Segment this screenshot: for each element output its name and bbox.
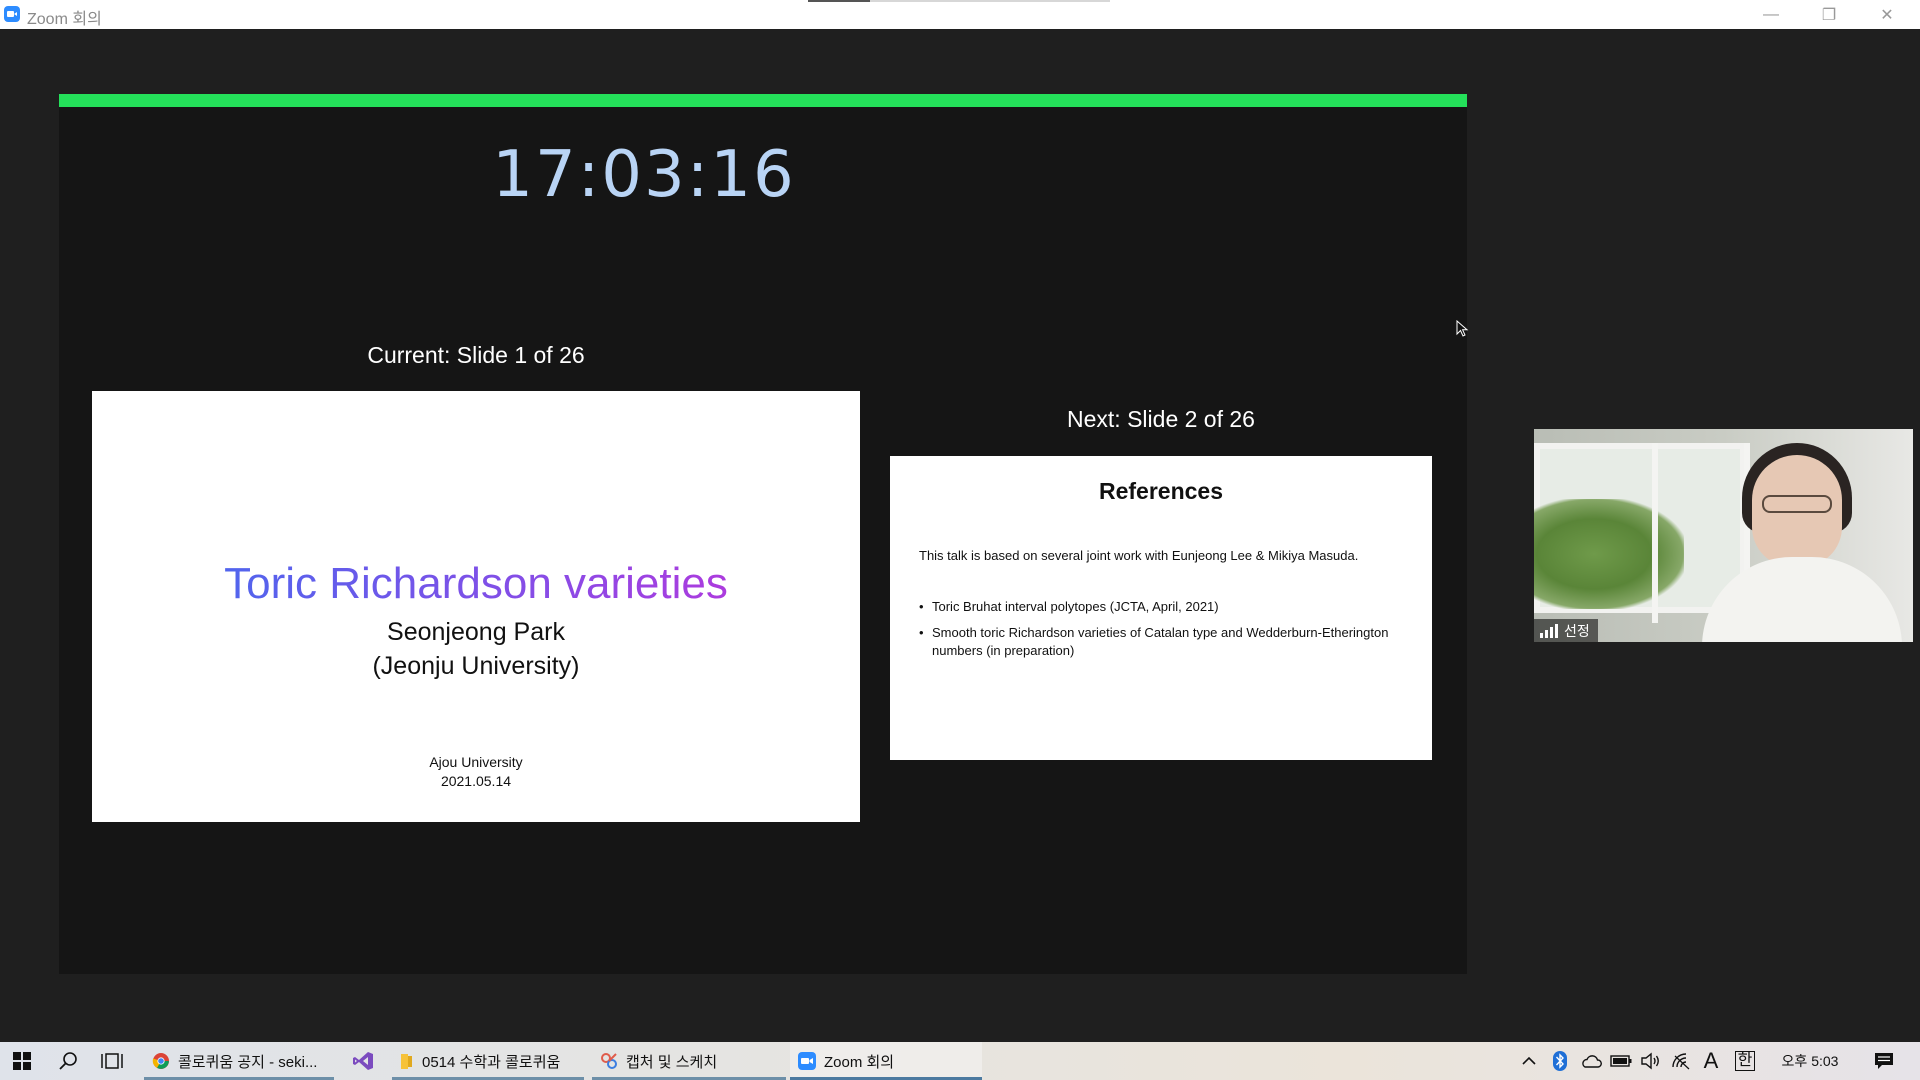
search-button[interactable] bbox=[48, 1042, 88, 1080]
bluetooth-tray[interactable] bbox=[1546, 1042, 1574, 1080]
search-icon bbox=[59, 1052, 77, 1070]
chevron-up-icon bbox=[1522, 1056, 1536, 1065]
slide-title: Toric Richardson varieties bbox=[92, 559, 860, 609]
taskbar-app-zoom[interactable]: Zoom 회의 bbox=[790, 1042, 982, 1080]
video-tree bbox=[1534, 499, 1684, 609]
mouse-cursor-icon bbox=[1456, 320, 1469, 337]
next-slide-intro: This talk is based on several joint work… bbox=[919, 548, 1359, 563]
participant-video[interactable]: 선정 bbox=[1534, 429, 1913, 642]
shared-screen[interactable]: 17:03:16 Current: Slide 1 of 26 Toric Ri… bbox=[59, 94, 1469, 974]
taskbar-app-label: 콜로퀴움 공지 - seki... bbox=[178, 1053, 318, 1071]
restore-button[interactable]: ❐ bbox=[1800, 0, 1858, 29]
window-titlebar[interactable]: Zoom 회의 — ❐ ✕ bbox=[0, 0, 1920, 29]
taskbar-app-label: 캡처 및 스케치 bbox=[626, 1053, 718, 1071]
reference-list: Toric Bruhat interval polytopes (JCTA, A… bbox=[919, 598, 1409, 668]
wifi-icon bbox=[1672, 1053, 1690, 1070]
window-title: Zoom 회의 bbox=[27, 11, 102, 28]
windows-logo-icon bbox=[13, 1052, 31, 1070]
cloud-icon bbox=[1582, 1055, 1602, 1068]
taskbar-app-label: 0514 수학과 콜로퀴움 bbox=[422, 1053, 561, 1071]
taskbar-clock[interactable]: 오후 5:03 bbox=[1768, 1042, 1852, 1080]
video-window-frame bbox=[1652, 443, 1658, 623]
reference-item: Smooth toric Richardson varieties of Cat… bbox=[919, 624, 1409, 660]
taskbar-app-chrome[interactable]: 콜로퀴움 공지 - seki... bbox=[144, 1042, 334, 1080]
ime-language-label: 한 bbox=[1734, 1051, 1756, 1071]
folder-icon bbox=[401, 1054, 412, 1069]
speaker-icon bbox=[1641, 1052, 1659, 1070]
venue-date: 2021.05.14 bbox=[440, 773, 512, 789]
current-slide[interactable]: Toric Richardson varieties Seonjeong Par… bbox=[92, 391, 860, 822]
current-slide-label: Current: Slide 1 of 26 bbox=[367, 342, 585, 368]
taskbar-app-label: Zoom 회의 bbox=[824, 1053, 895, 1071]
slide-author: Seonjeong Park (Jeonju University) bbox=[92, 615, 860, 683]
onedrive-tray[interactable] bbox=[1576, 1042, 1606, 1080]
progress-fill bbox=[59, 94, 1467, 107]
start-button[interactable] bbox=[0, 1042, 44, 1080]
presentation-progress-bar bbox=[59, 94, 1467, 107]
bluetooth-icon bbox=[1553, 1051, 1567, 1071]
taskbar-app-snip-sketch[interactable]: 캡처 및 스케치 bbox=[592, 1042, 786, 1080]
slide-venue: Ajou University 2021.05.14 bbox=[92, 753, 860, 791]
windows-taskbar: 콜로퀴움 공지 - seki... 0514 수학과 콜로퀴움 캡처 및 스케치… bbox=[0, 1042, 1920, 1080]
taskbar-app-folder[interactable]: 0514 수학과 콜로퀴움 bbox=[392, 1042, 584, 1080]
ime-mode-indicator[interactable]: A bbox=[1696, 1042, 1726, 1080]
next-slide[interactable]: References This talk is based on several… bbox=[890, 456, 1432, 760]
author-name: Seonjeong Park bbox=[387, 618, 565, 646]
participant-name: 선정 bbox=[1564, 622, 1590, 639]
video-person-glasses bbox=[1762, 495, 1832, 513]
next-slide-label: Next: Slide 2 of 26 bbox=[1067, 406, 1255, 432]
task-view-icon bbox=[101, 1053, 123, 1069]
network-tray[interactable] bbox=[1666, 1042, 1696, 1080]
ime-language-indicator[interactable]: 한 bbox=[1730, 1042, 1760, 1080]
close-button[interactable]: ✕ bbox=[1858, 0, 1916, 29]
zoom-app-icon bbox=[4, 6, 20, 22]
show-hidden-icons-button[interactable] bbox=[1516, 1042, 1542, 1080]
action-center-button[interactable] bbox=[1864, 1042, 1904, 1080]
venue-name: Ajou University bbox=[429, 754, 523, 770]
zoom-icon bbox=[798, 1052, 816, 1070]
snip-sketch-icon bbox=[601, 1053, 617, 1069]
reference-item: Toric Bruhat interval polytopes (JCTA, A… bbox=[919, 598, 1409, 616]
participant-name-tag: 선정 bbox=[1534, 619, 1598, 642]
notification-icon bbox=[1875, 1053, 1893, 1069]
drag-handle[interactable] bbox=[808, 0, 1110, 2]
minimize-button[interactable]: — bbox=[1742, 0, 1800, 29]
author-affiliation: (Jeonju University) bbox=[372, 652, 580, 680]
battery-tray[interactable] bbox=[1606, 1042, 1636, 1080]
next-slide-title: References bbox=[1098, 478, 1224, 504]
visual-studio-icon bbox=[353, 1052, 373, 1070]
taskbar-app-visual-studio[interactable] bbox=[342, 1042, 384, 1080]
battery-icon bbox=[1610, 1055, 1632, 1067]
volume-tray[interactable] bbox=[1636, 1042, 1666, 1080]
chrome-icon bbox=[152, 1053, 169, 1069]
presenter-clock: 17:03:16 bbox=[492, 138, 796, 212]
task-view-button[interactable] bbox=[92, 1042, 132, 1080]
signal-strength-icon bbox=[1540, 623, 1558, 638]
